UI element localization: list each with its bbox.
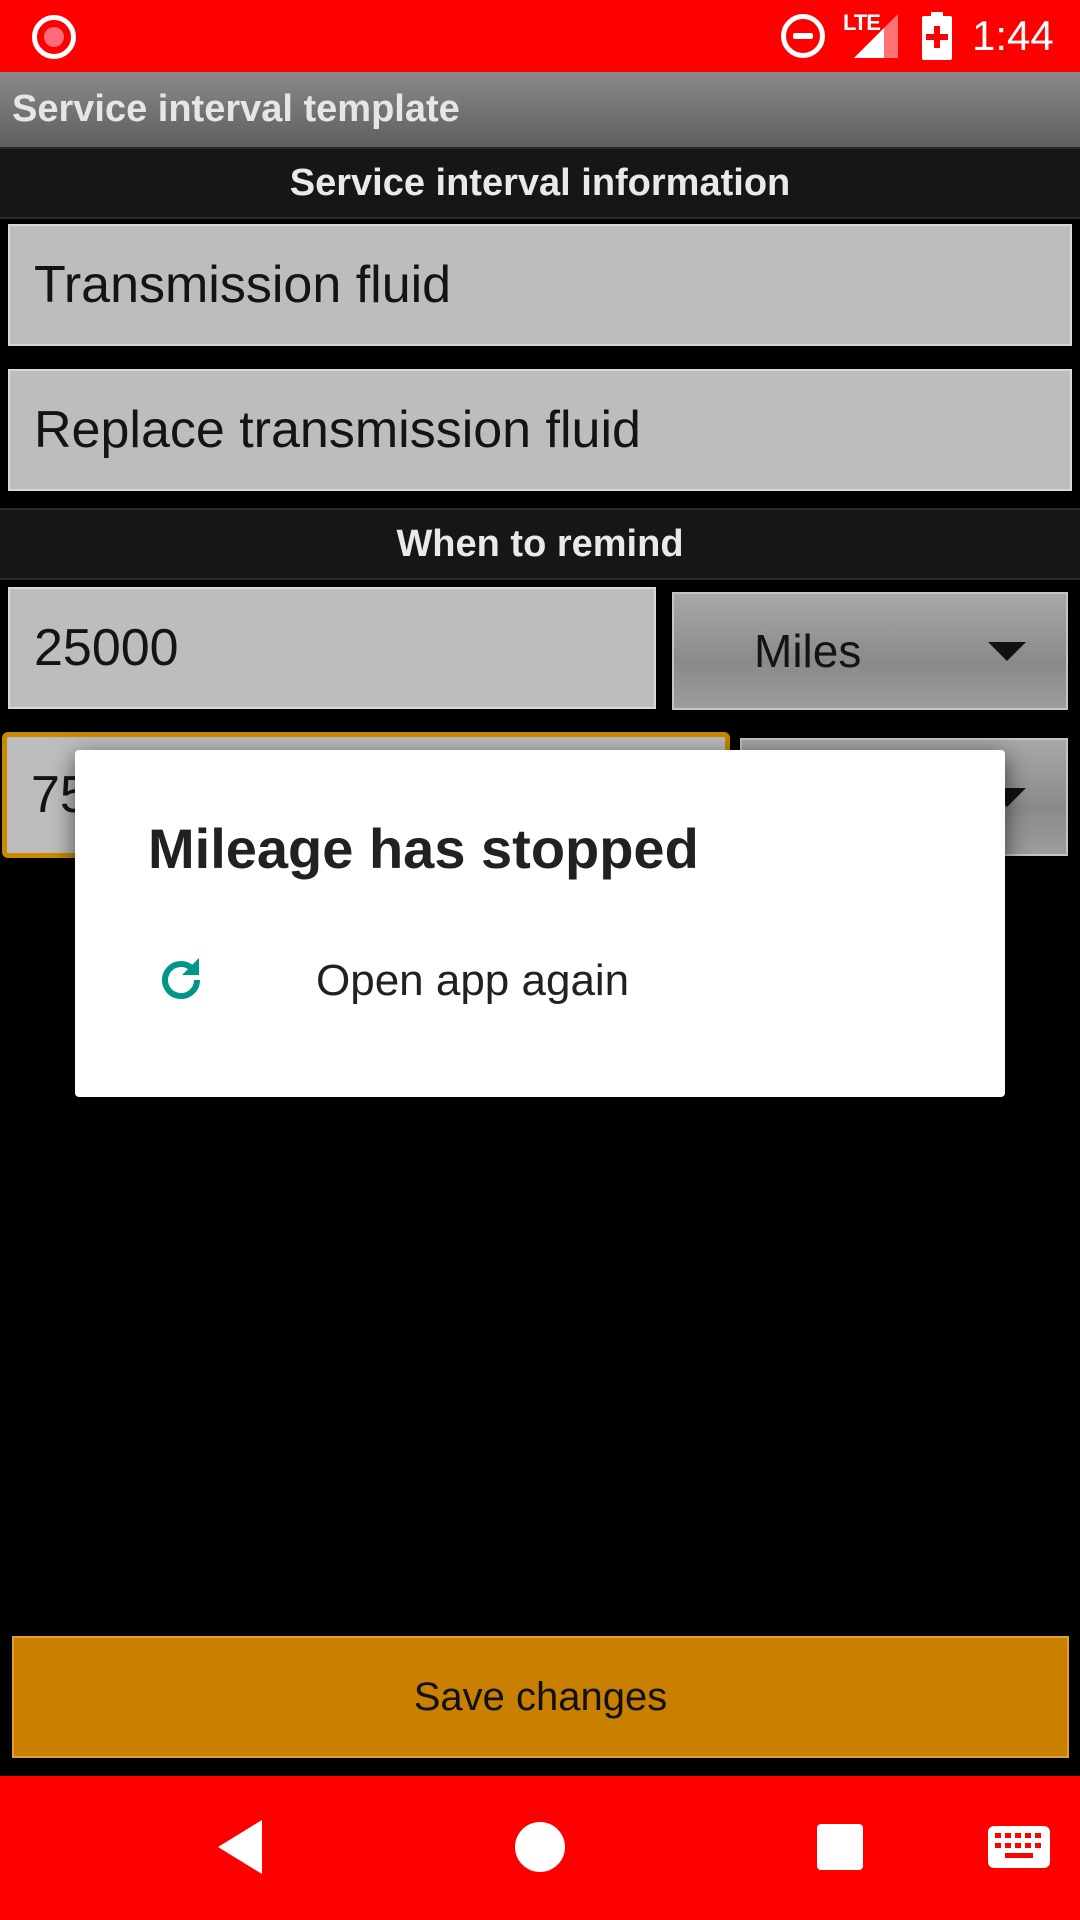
home-icon[interactable] — [515, 1822, 565, 1872]
signal-icon — [854, 14, 898, 58]
page-title: Service interval template — [12, 88, 460, 130]
interval-unit-label: Miles — [754, 625, 862, 677]
save-button[interactable]: Save changes — [12, 1636, 1069, 1758]
clock: 1:44 — [972, 12, 1054, 59]
back-icon[interactable] — [218, 1820, 262, 1874]
interval-unit-dropdown[interactable]: Miles — [672, 592, 1068, 710]
refresh-icon — [162, 958, 200, 999]
chevron-down-icon — [988, 642, 1026, 661]
open-app-again-label: Open app again — [316, 956, 630, 1005]
recents-icon[interactable] — [817, 1824, 863, 1870]
interval-value-field[interactable]: 25000 — [8, 587, 656, 709]
open-app-again-button[interactable]: Open app again — [75, 930, 1005, 1050]
description-field[interactable]: Replace transmission fluid — [8, 369, 1072, 491]
battery-charging-icon — [922, 12, 952, 60]
do-not-disturb-icon — [781, 14, 825, 58]
app-bar: Service interval template — [0, 72, 1080, 148]
navigation-bar — [0, 1776, 1080, 1920]
keyboard-icon[interactable] — [988, 1826, 1050, 1868]
screen-record-icon — [32, 15, 76, 59]
section-header-remind: When to remind — [0, 508, 1080, 580]
dialog-title: Mileage has stopped — [148, 817, 699, 880]
status-bar: LTE 1:44 — [0, 0, 1080, 72]
section-header-information: Service interval information — [0, 147, 1080, 219]
app-crash-dialog: Mileage has stopped Open app again — [75, 750, 1005, 1097]
name-field[interactable]: Transmission fluid — [8, 224, 1072, 346]
